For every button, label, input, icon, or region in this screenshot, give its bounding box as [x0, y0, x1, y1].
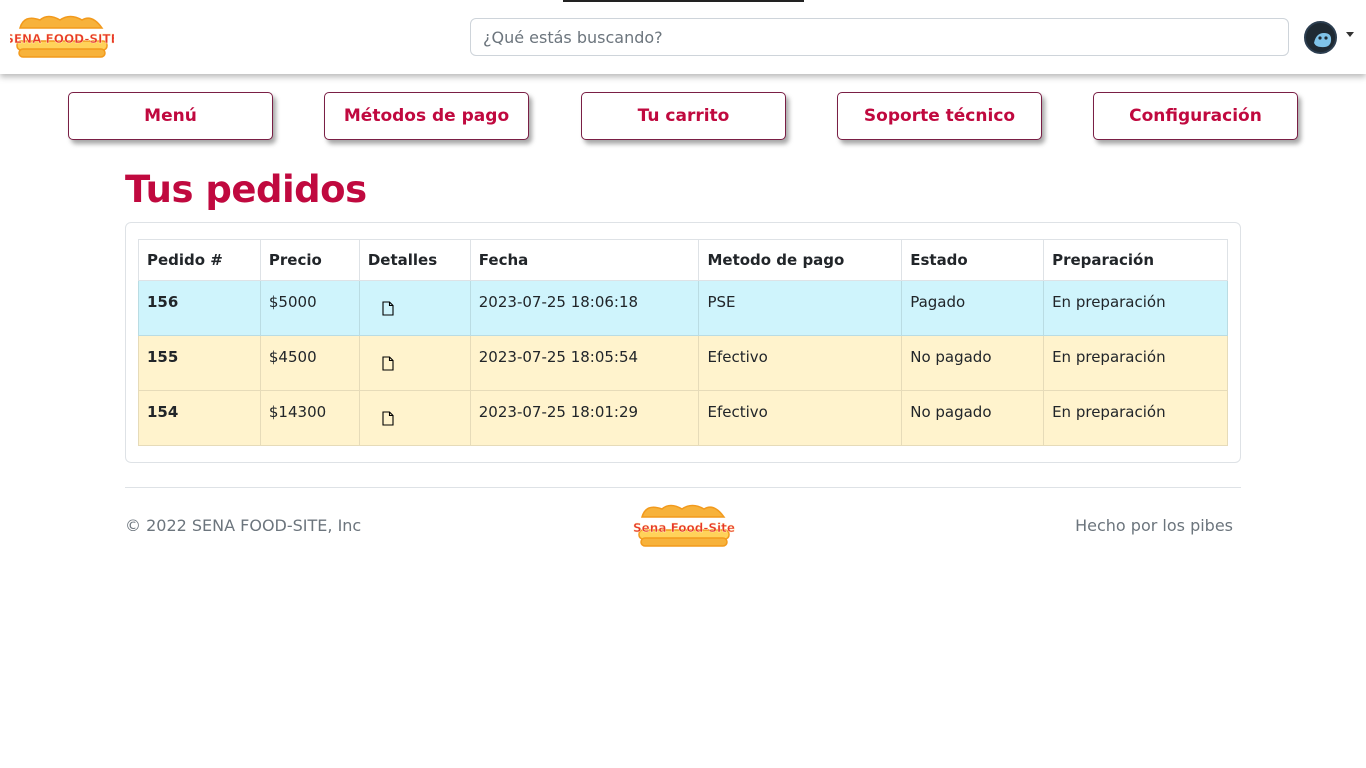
footer-credit: Hecho por los pibes: [1075, 516, 1233, 535]
document-icon[interactable]: [382, 356, 394, 375]
orders-table: Pedido # Precio Detalles Fecha Metodo de…: [138, 239, 1228, 446]
preparation-cell: En preparación: [1043, 335, 1228, 391]
payment-method-cell: Efectivo: [698, 390, 903, 446]
page-title: Tus pedidos: [125, 168, 367, 211]
site-logo[interactable]: SENA FOOD-SITE: [10, 14, 114, 60]
user-avatar-icon[interactable]: [1304, 20, 1337, 54]
column-header-payment-method: Metodo de pago: [698, 239, 903, 281]
preparation-cell: En preparación: [1043, 390, 1228, 446]
price-cell: $5000: [259, 280, 360, 336]
details-cell: [358, 390, 471, 446]
svg-text:SENA FOOD-SITE: SENA FOOD-SITE: [10, 32, 114, 46]
document-icon[interactable]: [382, 411, 394, 430]
price-cell: $14300: [259, 390, 360, 446]
table-row: 155 $4500 2023-07-25 18:05:54 Efectivo N…: [138, 335, 1228, 391]
date-cell: 2023-07-25 18:06:18: [469, 280, 700, 336]
nav-support-button[interactable]: Soporte técnico: [837, 92, 1042, 140]
order-id-cell: 155: [138, 335, 261, 391]
column-header-price: Precio: [259, 239, 360, 281]
chevron-down-icon[interactable]: [1346, 31, 1354, 37]
svg-text:Sena Food-Site: Sena Food-Site: [633, 521, 735, 535]
document-icon[interactable]: [382, 301, 394, 320]
footer-copyright: © 2022 SENA FOOD-SITE, Inc: [125, 516, 362, 535]
order-id-cell: 154: [138, 390, 261, 446]
preparation-cell: En preparación: [1043, 280, 1228, 336]
date-cell: 2023-07-25 18:01:29: [469, 390, 700, 446]
table-row: 154 $14300 2023-07-25 18:01:29 Efectivo …: [138, 390, 1228, 446]
user-menu-toggle[interactable]: [1304, 20, 1356, 54]
column-header-details: Detalles: [358, 239, 471, 281]
table-header-row: Pedido # Precio Detalles Fecha Metodo de…: [138, 239, 1228, 281]
top-navbar: SENA FOOD-SITE: [0, 0, 1366, 74]
nav-cart-button[interactable]: Tu carrito: [581, 92, 786, 140]
details-cell: [358, 280, 471, 336]
search-input[interactable]: [470, 18, 1289, 56]
payment-method-cell: PSE: [698, 280, 903, 336]
order-id-cell: 156: [138, 280, 261, 336]
details-cell: [358, 335, 471, 391]
price-cell: $4500: [259, 335, 360, 391]
status-cell: No pagado: [901, 390, 1045, 446]
column-header-date: Fecha: [469, 239, 700, 281]
nav-menu-button[interactable]: Menú: [68, 92, 273, 140]
table-row: 156 $5000 2023-07-25 18:06:18 PSE Pagado…: [138, 280, 1228, 336]
footer-logo[interactable]: Sena Food-Site: [632, 503, 736, 549]
column-header-preparation: Preparación: [1043, 239, 1228, 281]
footer-divider: [125, 487, 1241, 488]
column-header-order-id: Pedido #: [138, 239, 261, 281]
date-cell: 2023-07-25 18:05:54: [469, 335, 700, 391]
top-strip: [563, 0, 804, 2]
payment-method-cell: Efectivo: [698, 335, 903, 391]
nav-payment-methods-button[interactable]: Métodos de pago: [324, 92, 529, 140]
status-cell: Pagado: [901, 280, 1045, 336]
nav-settings-button[interactable]: Configuración: [1093, 92, 1298, 140]
column-header-status: Estado: [901, 239, 1045, 281]
status-cell: No pagado: [901, 335, 1045, 391]
